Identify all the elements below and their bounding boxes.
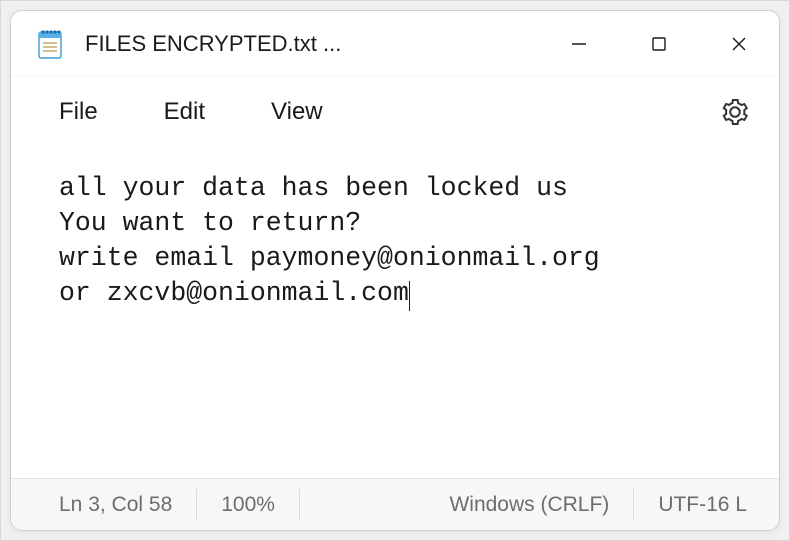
settings-button[interactable] <box>711 88 759 136</box>
titlebar-left: FILES ENCRYPTED.txt ... <box>11 28 539 60</box>
menu-edit[interactable]: Edit <box>136 90 233 134</box>
statusbar: Ln 3, Col 58 100% Windows (CRLF) UTF-16 … <box>11 478 779 530</box>
window-controls <box>539 11 779 76</box>
window-title: FILES ENCRYPTED.txt ... <box>85 31 341 57</box>
close-button[interactable] <box>699 11 779 76</box>
status-zoom[interactable]: 100% <box>197 489 300 520</box>
content-line-2: You want to return? <box>59 208 361 238</box>
maximize-icon <box>651 36 667 52</box>
menubar: File Edit View <box>11 77 779 147</box>
text-content[interactable]: all your data has been locked us You wan… <box>11 147 779 478</box>
status-position: Ln 3, Col 58 <box>19 489 197 520</box>
close-icon <box>730 35 748 53</box>
text-caret <box>409 281 411 311</box>
content-line-4: or zxcvb@onionmail.com <box>59 278 409 308</box>
content-line-3: write email paymoney@onionmail.org <box>59 243 600 273</box>
status-encoding: UTF-16 L <box>634 489 771 520</box>
minimize-icon <box>570 35 588 53</box>
notepad-icon <box>37 28 63 60</box>
status-lineending: Windows (CRLF) <box>425 489 634 520</box>
maximize-button[interactable] <box>619 11 699 76</box>
content-line-1: all your data has been locked us <box>59 173 568 203</box>
titlebar: FILES ENCRYPTED.txt ... <box>11 11 779 77</box>
menu-view[interactable]: View <box>243 90 351 134</box>
minimize-button[interactable] <box>539 11 619 76</box>
notepad-window: FILES ENCRYPTED.txt ... File E <box>10 10 780 531</box>
menu-file[interactable]: File <box>31 90 126 134</box>
gear-icon <box>720 97 750 127</box>
